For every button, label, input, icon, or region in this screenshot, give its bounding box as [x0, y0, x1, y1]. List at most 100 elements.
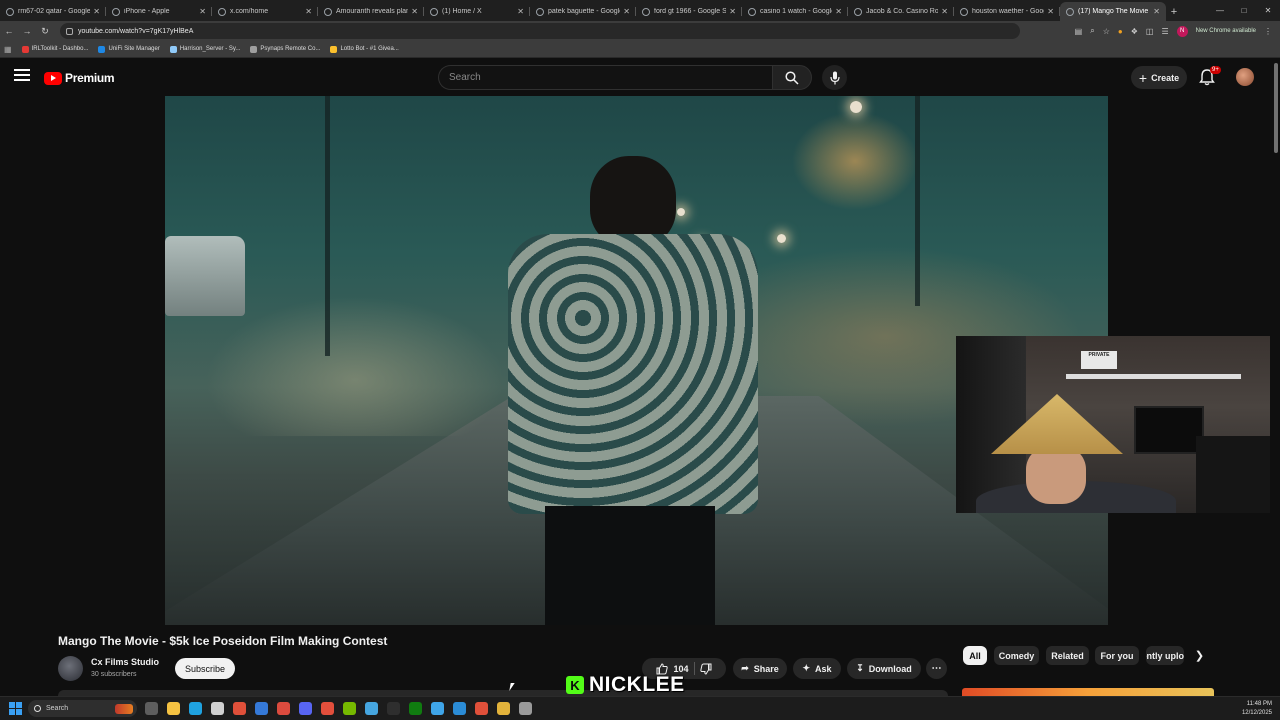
close-tab-icon[interactable]: ✕	[835, 7, 842, 16]
channel-avatar[interactable]	[58, 656, 83, 681]
close-tab-icon[interactable]: ✕	[1153, 7, 1160, 16]
man-head	[590, 156, 676, 246]
youtube-play-icon	[44, 71, 62, 85]
notepad-icon[interactable]	[431, 702, 444, 715]
voice-search-button[interactable]	[822, 65, 847, 90]
clock-date: 12/12/2025	[1241, 710, 1272, 716]
browser-tab[interactable]: houston waether - Google✕	[954, 2, 1060, 21]
task-view-icon[interactable]	[145, 702, 158, 715]
browser-tab[interactable]: casino 1 watch - Google S✕	[742, 2, 848, 21]
forward-icon[interactable]: →	[18, 22, 36, 40]
notifications-button[interactable]: 9+	[1198, 66, 1221, 88]
channel-name[interactable]: Cx Films Studio	[91, 657, 159, 667]
menu-icon[interactable]	[14, 69, 30, 83]
bookmark-item[interactable]: IRLToolkit - Dashbo...	[21, 45, 88, 53]
chrome-icon[interactable]	[233, 702, 246, 715]
new-chrome-available[interactable]: New Chrome available	[1196, 28, 1256, 34]
new-tab-button[interactable]: +	[1166, 2, 1182, 21]
settings-icon[interactable]	[519, 702, 532, 715]
store-icon[interactable]	[211, 702, 224, 715]
chip-comedy[interactable]: Comedy	[994, 646, 1039, 665]
tab-active[interactable]: (17) Mango The Movie ✕	[1060, 2, 1166, 21]
browser-tab[interactable]: Jacob & Co. Casino Roule✕	[848, 2, 954, 21]
cast-icon[interactable]: ▤	[1075, 27, 1083, 36]
windows-start-icon[interactable]	[9, 702, 22, 715]
photos-icon[interactable]	[453, 702, 466, 715]
chip-related[interactable]: Related	[1046, 646, 1089, 665]
extension-icon[interactable]: ●	[1118, 27, 1123, 36]
close-tab-icon[interactable]: ✕	[305, 7, 312, 16]
download-button[interactable]: ↧ Download	[847, 658, 921, 679]
search-button[interactable]	[772, 65, 812, 90]
extensions-puzzle-icon[interactable]: ❖	[1131, 27, 1138, 36]
page-scrollbar[interactable]	[1272, 58, 1280, 696]
apps-grid-icon[interactable]: ▦	[4, 45, 12, 54]
vscode-icon[interactable]	[255, 702, 268, 715]
subscribe-button[interactable]: Subscribe	[175, 658, 235, 679]
search-input[interactable]: Search	[438, 65, 772, 90]
close-tab-icon[interactable]: ✕	[199, 7, 206, 16]
chrome-canary-icon[interactable]	[497, 702, 510, 715]
bookmark-item[interactable]: Harrison_Server - Sy...	[169, 45, 240, 53]
browser-tab[interactable]: x.com/home ✕	[212, 2, 318, 21]
bookmark-star-icon[interactable]: ☆	[1103, 27, 1110, 36]
address-bar[interactable]: youtube.com/watch?v=7gK17yHlBeA	[60, 23, 1020, 39]
ask-button[interactable]: ✦ Ask	[793, 658, 841, 679]
bookmark-label: Psynaps Remote Co...	[260, 46, 321, 52]
close-window-icon[interactable]: ✕	[1256, 0, 1280, 21]
recommended-video-thumbnail[interactable]	[962, 688, 1214, 696]
close-tab-icon[interactable]: ✕	[411, 7, 418, 16]
browser-tab[interactable]: patek baguette - Google S✕	[530, 2, 636, 21]
chip-all[interactable]: All	[963, 646, 987, 665]
like-divider	[693, 662, 695, 675]
browser-tab[interactable]: rm67-02 qatar - Google Se✕	[0, 2, 106, 21]
taskbar-search-box[interactable]: Search	[28, 700, 137, 717]
bookmark-item[interactable]: UniFi Site Manager	[98, 45, 160, 53]
thumbs-down-icon[interactable]	[699, 663, 712, 675]
close-tab-icon[interactable]: ✕	[941, 7, 948, 16]
system-clock[interactable]: 11:48 PM 12/12/2025	[1242, 700, 1272, 718]
more-actions-button[interactable]: ⋯	[926, 658, 947, 679]
chrome-dev-icon[interactable]	[475, 702, 488, 715]
browser-tab[interactable]: ford gt 1966 - Google Sea✕	[636, 2, 742, 21]
zoom-icon[interactable]: ⌕	[1090, 26, 1094, 36]
bookmark-label: Lotto Bot - #1 Givea...	[340, 46, 399, 52]
scrollbar-thumb[interactable]	[1274, 63, 1278, 153]
obs-icon[interactable]	[387, 702, 400, 715]
globe-icon[interactable]	[365, 702, 378, 715]
bookmark-item[interactable]: Psynaps Remote Co...	[250, 45, 321, 53]
video-player[interactable]: PRIVATE	[0, 96, 1272, 625]
chrome-beta-icon[interactable]	[321, 702, 334, 715]
close-tab-icon[interactable]: ✕	[93, 7, 100, 16]
chip-for-you[interactable]: For you	[1095, 646, 1139, 665]
minimize-icon[interactable]: —	[1208, 0, 1232, 21]
edge-icon[interactable]	[189, 702, 202, 715]
profile-avatar[interactable]: N	[1176, 25, 1188, 37]
share-button[interactable]: ➦ Share	[733, 658, 787, 679]
site-info-icon[interactable]	[66, 27, 73, 35]
browser-tab[interactable]: (1) Home / X ✕	[424, 2, 530, 21]
reload-icon[interactable]: ↻	[36, 22, 54, 40]
create-button[interactable]: + Create	[1131, 66, 1187, 89]
nvidia-icon[interactable]	[343, 702, 356, 715]
maximize-icon[interactable]: □	[1232, 0, 1256, 21]
side-panel-icon[interactable]: ◫	[1146, 27, 1154, 36]
back-icon[interactable]: ←	[0, 22, 18, 40]
youtube-premium-logo[interactable]: Premium	[44, 71, 115, 85]
close-tab-icon[interactable]: ✕	[623, 7, 630, 16]
reading-list-icon[interactable]: ☰	[1161, 27, 1168, 36]
chrome-alt-icon[interactable]	[277, 702, 290, 715]
chrome-menu-icon[interactable]: ⋮	[1264, 27, 1272, 36]
account-avatar[interactable]	[1236, 68, 1254, 86]
file-explorer-icon[interactable]	[167, 702, 180, 715]
close-tab-icon[interactable]: ✕	[517, 7, 524, 16]
close-tab-icon[interactable]: ✕	[729, 7, 736, 16]
browser-tab[interactable]: Amouranth reveals plan to✕	[318, 2, 424, 21]
discord-icon[interactable]	[299, 702, 312, 715]
chips-next-button[interactable]: ❯	[1190, 646, 1209, 665]
close-tab-icon[interactable]: ✕	[1047, 7, 1054, 16]
xbox-icon[interactable]	[409, 702, 422, 715]
browser-tab[interactable]: iPhone - Apple ✕	[106, 2, 212, 21]
bookmark-item[interactable]: Lotto Bot - #1 Givea...	[330, 45, 399, 53]
chip-recently-uploaded[interactable]: Recently uploaded	[1146, 646, 1184, 665]
